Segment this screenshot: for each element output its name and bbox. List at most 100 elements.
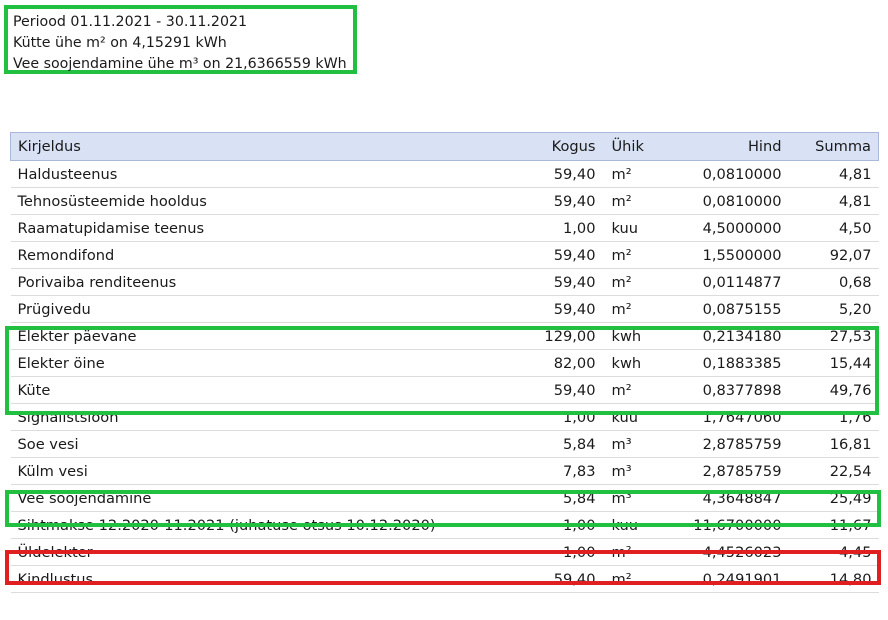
table-row: Tehnosüsteemide hooldus 59,40 m² 0,08100…	[10, 187, 879, 215]
water-heating-per-m3-label: Vee soojendamine ühe m³ on 21,6366559 kW…	[13, 56, 347, 72]
table-row: Remondifond 59,40 m² 1,5500000 92,07	[10, 241, 879, 269]
cell-description: Raamatupidamise teenus	[10, 214, 531, 242]
cell-price: 11,6700000	[672, 511, 789, 539]
table-row: Prügivedu 59,40 m² 0,0875155 5,20	[10, 295, 879, 323]
cell-quantity: 1,00	[530, 538, 603, 566]
cell-price: 0,2134180	[672, 322, 789, 350]
table-row: Külm vesi 7,83 m³ 2,8785759 22,54	[10, 457, 879, 485]
cell-description: Elekter öine	[10, 349, 531, 377]
cell-unit: kwh	[602, 349, 673, 377]
cell-sum: 22,54	[788, 457, 879, 485]
cell-sum: 4,81	[788, 160, 879, 188]
cell-quantity: 1,00	[530, 511, 603, 539]
cell-quantity: 59,40	[530, 241, 603, 269]
cell-sum: 11,67	[788, 511, 879, 539]
cell-unit: m³	[602, 484, 673, 512]
table-row: Küte 59,40 m² 0,8377898 49,76	[10, 376, 879, 404]
cell-sum: 1,76	[788, 403, 879, 431]
cell-sum: 16,81	[788, 430, 879, 458]
cell-sum: 5,20	[788, 295, 879, 323]
table-row: Signalistsioon 1,00 kuu 1,7647060 1,76	[10, 403, 879, 431]
cell-unit: m²	[602, 376, 673, 404]
cell-price: 4,5000000	[672, 214, 789, 242]
cell-quantity: 59,40	[530, 268, 603, 296]
cell-quantity: 7,83	[530, 457, 603, 485]
cell-price: 0,0875155	[672, 295, 789, 323]
cell-price: 0,0114877	[672, 268, 789, 296]
cell-unit: m³	[602, 457, 673, 485]
table-row: Raamatupidamise teenus 1,00 kuu 4,500000…	[10, 214, 879, 242]
table-row: Elekter päevane 129,00 kwh 0,2134180 27,…	[10, 322, 879, 350]
cell-unit: m²	[602, 295, 673, 323]
table-row: Vee soojendamine 5,84 m³ 4,3648847 25,49	[10, 484, 879, 512]
table-row: Soe vesi 5,84 m³ 2,8785759 16,81	[10, 430, 879, 458]
table-header-row: Kirjeldus Kogus Ühik Hind Summa	[10, 132, 879, 161]
cell-description: Külm vesi	[10, 457, 531, 485]
cell-unit: m²	[602, 268, 673, 296]
cell-quantity: 1,00	[530, 214, 603, 242]
cell-quantity: 59,40	[530, 295, 603, 323]
cell-unit: m²	[602, 187, 673, 215]
period-label: Periood 01.11.2021 - 30.11.2021	[13, 14, 248, 30]
cell-description: Porivaiba renditeenus	[10, 268, 531, 296]
table-row: Elekter öine 82,00 kwh 0,1883385 15,44	[10, 349, 879, 377]
cell-sum: 0,68	[788, 268, 879, 296]
column-header-description: Kirjeldus	[10, 132, 531, 161]
cell-unit: kuu	[602, 403, 673, 431]
heating-per-m2-label: Kütte ühe m² on 4,15291 kWh	[13, 35, 227, 51]
cell-unit: m²	[602, 241, 673, 269]
cell-price: 2,8785759	[672, 457, 789, 485]
table-row: Haldusteenus 59,40 m² 0,0810000 4,81	[10, 160, 879, 188]
cell-unit: kuu	[602, 214, 673, 242]
cell-sum: 15,44	[788, 349, 879, 377]
cell-description: Kindlustus	[10, 565, 531, 593]
cell-quantity: 129,00	[530, 322, 603, 350]
cell-unit: m²	[602, 160, 673, 188]
cell-sum: 92,07	[788, 241, 879, 269]
cell-price: 0,0810000	[672, 187, 789, 215]
cell-quantity: 1,00	[530, 403, 603, 431]
cell-price: 0,2491901	[672, 565, 789, 593]
period-summary-box: Periood 01.11.2021 - 30.11.2021 Kütte üh…	[4, 5, 357, 74]
cell-unit: kuu	[602, 511, 673, 539]
cell-quantity: 59,40	[530, 376, 603, 404]
cell-unit: m³	[602, 430, 673, 458]
column-header-unit: Ühik	[602, 132, 673, 161]
cell-description: Elekter päevane	[10, 322, 531, 350]
column-header-sum: Summa	[788, 132, 879, 161]
column-header-price: Hind	[672, 132, 789, 161]
cell-price: 1,7647060	[672, 403, 789, 431]
cell-price: 4,3648847	[672, 484, 789, 512]
cell-quantity: 82,00	[530, 349, 603, 377]
cell-unit: m²	[602, 565, 673, 593]
cell-unit: m²	[602, 538, 673, 566]
cell-quantity: 59,40	[530, 160, 603, 188]
cell-description: Soe vesi	[10, 430, 531, 458]
invoice-table: Kirjeldus Kogus Ühik Hind Summa Halduste…	[10, 132, 879, 593]
cell-price: 2,8785759	[672, 430, 789, 458]
cell-description: Vee soojendamine	[10, 484, 531, 512]
cell-quantity: 59,40	[530, 187, 603, 215]
cell-sum: 14,80	[788, 565, 879, 593]
cell-description: Tehnosüsteemide hooldus	[10, 187, 531, 215]
cell-sum: 4,50	[788, 214, 879, 242]
cell-price: 1,5500000	[672, 241, 789, 269]
cell-description: Prügivedu	[10, 295, 531, 323]
cell-unit: kwh	[602, 322, 673, 350]
cell-price: 0,1883385	[672, 349, 789, 377]
cell-price: 4,4526023	[672, 538, 789, 566]
cell-quantity: 5,84	[530, 430, 603, 458]
cell-quantity: 5,84	[530, 484, 603, 512]
column-header-quantity: Kogus	[530, 132, 603, 161]
cell-quantity: 59,40	[530, 565, 603, 593]
cell-description: Sihtmakse 12.2020-11.2021 (juhatuse otsu…	[10, 511, 531, 539]
cell-sum: 4,45	[788, 538, 879, 566]
cell-sum: 49,76	[788, 376, 879, 404]
cell-price: 0,0810000	[672, 160, 789, 188]
table-row: Porivaiba renditeenus 59,40 m² 0,0114877…	[10, 268, 879, 296]
cell-description: Remondifond	[10, 241, 531, 269]
table-row: Sihtmakse 12.2020-11.2021 (juhatuse otsu…	[10, 511, 879, 539]
cell-sum: 25,49	[788, 484, 879, 512]
cell-price: 0,8377898	[672, 376, 789, 404]
table-row: Üldelekter 1,00 m² 4,4526023 4,45	[10, 538, 879, 566]
